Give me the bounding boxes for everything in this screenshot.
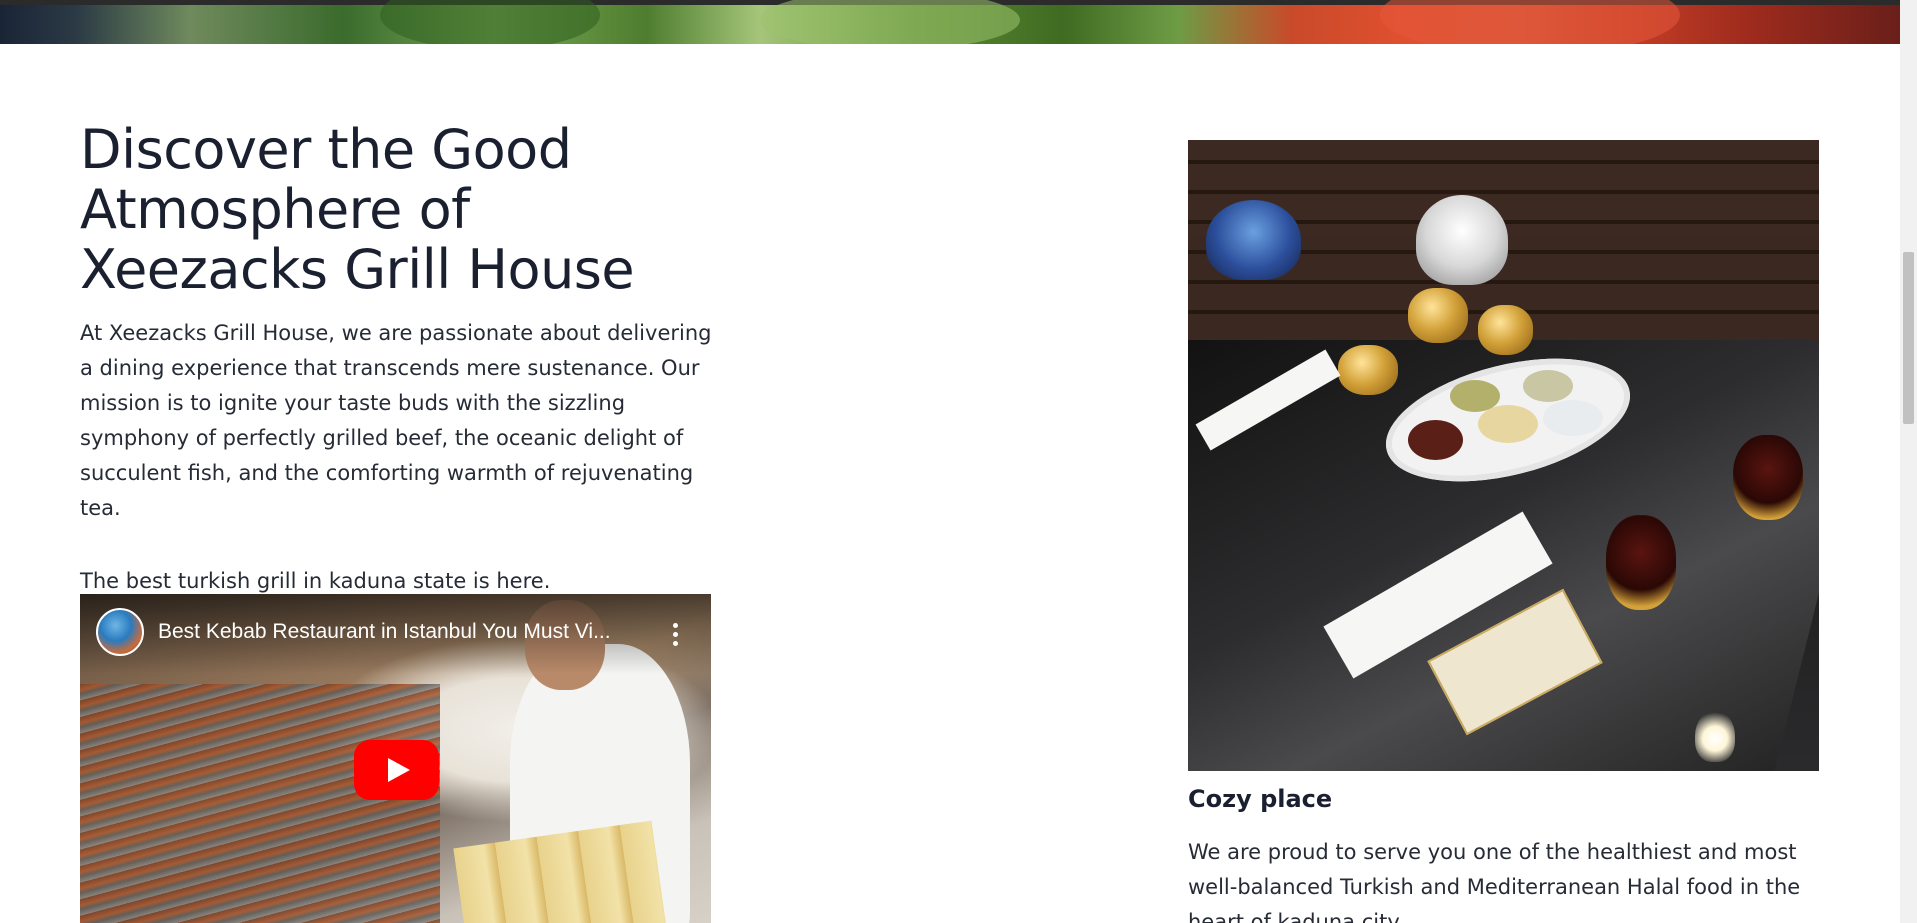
- photo-dish: [1478, 405, 1538, 443]
- feature-title: Cozy place: [1188, 785, 1333, 813]
- video-thumbnail-bread: [453, 820, 667, 923]
- photo-teapot: [1338, 345, 1398, 395]
- feature-text: We are proud to serve you one of the hea…: [1188, 840, 1801, 923]
- section-heading: Discover the Good Atmosphere of Xeezacks…: [80, 118, 635, 301]
- restaurant-table-photo: [1188, 140, 1819, 771]
- scrollbar-thumb[interactable]: [1903, 252, 1914, 424]
- photo-teapot: [1478, 305, 1533, 355]
- menu-dot: [672, 640, 678, 646]
- photo-dish: [1543, 400, 1603, 436]
- photo-lamp: [1206, 200, 1301, 280]
- tagline: The best turkish grill in kaduna state i…: [80, 569, 551, 593]
- photo-tea-glass: [1606, 515, 1676, 610]
- page: Discover the Good Atmosphere of Xeezacks…: [0, 0, 1917, 923]
- photo-dish: [1450, 380, 1500, 412]
- more-vert-icon[interactable]: [660, 616, 690, 652]
- hero-food-image: [0, 0, 1900, 44]
- feature-card: Cozy place We are proud to serve you one…: [1188, 140, 1820, 923]
- video-title[interactable]: Best Kebab Restaurant in Istanbul You Mu…: [158, 620, 611, 644]
- photo-dish: [1523, 370, 1573, 402]
- photo-lamp: [1416, 195, 1508, 285]
- photo-tea-glass: [1733, 435, 1803, 520]
- about-section: Discover the Good Atmosphere of Xeezacks…: [80, 120, 720, 596]
- intro-paragraph: At Xeezacks Grill House, we are passiona…: [80, 321, 712, 520]
- photo-candle: [1695, 710, 1735, 762]
- menu-dot: [672, 622, 678, 628]
- channel-avatar[interactable]: [96, 608, 144, 656]
- youtube-play-icon[interactable]: [354, 740, 439, 800]
- video-thumbnail-grill: [80, 684, 440, 923]
- menu-dot: [672, 631, 678, 637]
- page-scrollbar[interactable]: [1900, 0, 1917, 923]
- photo-dish: [1408, 420, 1463, 460]
- photo-teapot: [1408, 288, 1468, 343]
- youtube-video-embed[interactable]: Best Kebab Restaurant in Istanbul You Mu…: [80, 594, 711, 923]
